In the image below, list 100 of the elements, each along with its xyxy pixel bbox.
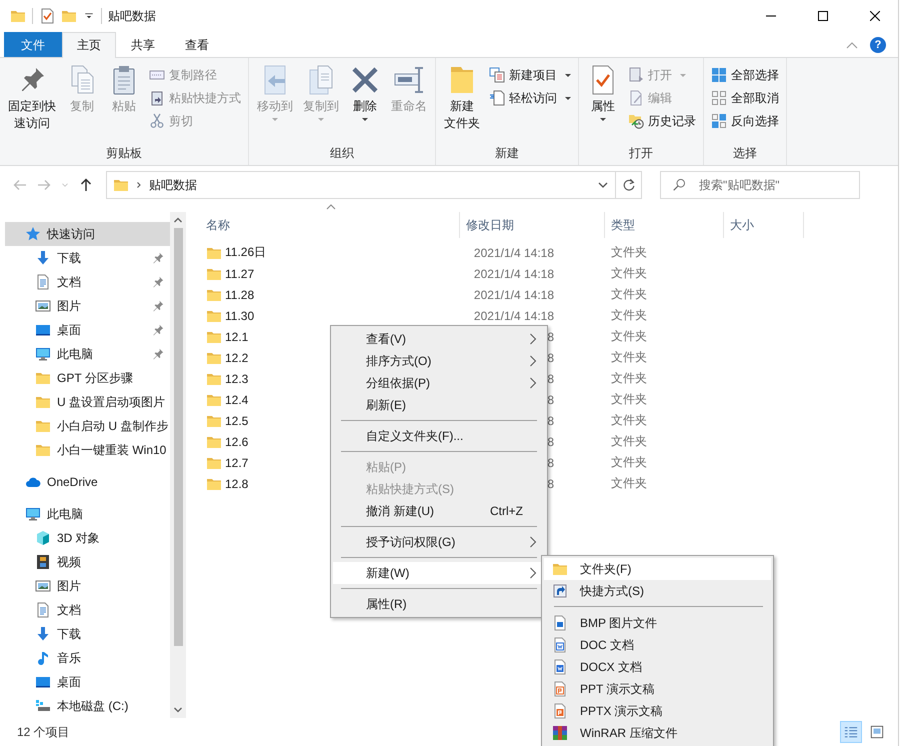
table-cell: 文件夹 xyxy=(611,349,647,366)
file-name[interactable]: 12.5 xyxy=(225,414,248,428)
column-header[interactable]: 修改日期 xyxy=(460,212,605,238)
nav-pane-label: 文档 xyxy=(57,274,81,290)
ribbon-tab[interactable]: 共享 xyxy=(116,32,170,57)
computer-icon xyxy=(35,346,51,362)
refresh-button[interactable] xyxy=(616,171,642,199)
menu-item[interactable]: PPTX 演示文稿 xyxy=(544,700,771,722)
details-view-button[interactable] xyxy=(840,721,862,743)
window-title: 贴吧数据 xyxy=(108,8,156,24)
ribbon-button[interactable]: 反向选择 xyxy=(708,110,782,132)
ribbon-tab[interactable]: 查看 xyxy=(170,32,224,57)
film-icon xyxy=(35,554,51,570)
large-icons-view-icon xyxy=(870,725,884,739)
nav-pane-item[interactable]: 快速访问 xyxy=(5,222,170,246)
file-name[interactable]: 12.3 xyxy=(225,372,248,386)
address-bar[interactable]: 贴吧数据 xyxy=(106,171,616,199)
file-name[interactable]: 12.4 xyxy=(225,392,248,406)
ribbon-button[interactable]: 删除 xyxy=(345,62,385,145)
menu-item[interactable]: 撤消 新建(U) Ctrl+Z xyxy=(333,500,545,522)
menu-item[interactable]: 快捷方式(S) xyxy=(544,580,771,602)
nav-pane-item[interactable]: 3D 对象 xyxy=(5,526,170,550)
menu-item[interactable]: 排序方式(O) xyxy=(333,350,545,372)
file-name[interactable]: 12.1 xyxy=(225,330,248,344)
file-name[interactable]: 12.6 xyxy=(225,434,248,448)
nav-pane-item[interactable]: 小白启动 U 盘制作步 xyxy=(5,414,170,438)
nav-pane-item[interactable]: 图片 xyxy=(5,294,170,318)
file-name[interactable]: 11.30 xyxy=(225,308,254,322)
file-menu-tab[interactable]: 文件 xyxy=(4,32,62,57)
nav-pane-item[interactable]: GPT 分区步骤 xyxy=(5,366,170,390)
nav-pane-item[interactable]: 桌面 xyxy=(5,670,170,694)
file-name[interactable]: 12.7 xyxy=(225,456,248,470)
nav-pane-item[interactable]: 图片 xyxy=(5,574,170,598)
nav-pane-item[interactable]: 视频 xyxy=(5,550,170,574)
drive-icon xyxy=(35,698,51,714)
table-cell: 8 xyxy=(547,392,554,406)
menu-item[interactable]: PPT 演示文稿 xyxy=(544,678,771,700)
nav-pane-item[interactable]: U 盘设置启动项图片 xyxy=(5,390,170,414)
nav-pane-item[interactable]: OneDrive xyxy=(5,470,170,494)
computer-icon xyxy=(25,506,41,522)
ribbon-button[interactable]: 属性 xyxy=(583,62,623,145)
ribbon-tab[interactable]: 主页 xyxy=(62,32,116,58)
nav-pane-label: 3D 对象 xyxy=(57,530,100,546)
menu-item[interactable]: DOC 文档 xyxy=(544,634,771,656)
file-name[interactable]: 11.27 xyxy=(225,266,254,280)
group-label: 打开 xyxy=(628,145,654,162)
ribbon-button[interactable]: 新建项目 xyxy=(486,64,574,86)
maximize-icon xyxy=(818,11,828,21)
nav-pane-item[interactable]: 下载 xyxy=(5,622,170,646)
nav-pane-item[interactable]: 桌面 xyxy=(5,318,170,342)
ribbon-button[interactable]: 全部选择 xyxy=(708,64,782,86)
menu-item[interactable]: DOCX 文档 xyxy=(544,656,771,678)
nav-pane-item[interactable]: 文档 xyxy=(5,270,170,294)
chevron-down-icon[interactable] xyxy=(597,181,609,189)
nav-pane-label: 小白启动 U 盘制作步 xyxy=(57,418,168,434)
menu-item[interactable]: 刷新(E) xyxy=(333,394,545,416)
nav-pane-item[interactable]: 此电脑 xyxy=(5,342,170,366)
search-field[interactable]: 搜索"贴吧数据" xyxy=(660,171,860,199)
table-cell: 文件夹 xyxy=(611,412,647,429)
nav-pane-item[interactable]: 小白一键重装 Win10 xyxy=(5,438,170,462)
ribbon-button[interactable]: 全部取消 xyxy=(708,87,782,109)
breadcrumb[interactable]: 贴吧数据 xyxy=(149,176,197,194)
ribbon-button[interactable]: 固定到快 速访问 xyxy=(4,62,60,145)
menu-item[interactable]: BMP 图片文件 xyxy=(544,612,771,634)
column-header[interactable]: 类型 xyxy=(605,212,724,238)
scrollbar[interactable] xyxy=(170,212,186,718)
ribbon-button[interactable]: 新建 文件夹 xyxy=(440,62,484,145)
breadcrumb-chevron-icon[interactable] xyxy=(135,181,143,189)
nav-pane-item[interactable]: 音乐 xyxy=(5,646,170,670)
menu-item[interactable]: 自定义文件夹(F)... xyxy=(333,425,545,447)
nav-pane-item[interactable]: 此电脑 xyxy=(5,502,170,526)
checkmark-document-icon[interactable] xyxy=(39,8,55,24)
table-cell: 2021/1/4 14:18 xyxy=(474,246,554,260)
column-header[interactable]: 名称 xyxy=(200,212,460,238)
archive-icon xyxy=(552,725,568,741)
menu-item[interactable]: 文件夹(F) xyxy=(544,558,771,580)
new-item-icon xyxy=(489,67,505,83)
nav-pane-item[interactable]: 下载 xyxy=(5,246,170,270)
file-name[interactable]: 12.8 xyxy=(225,476,248,490)
ribbon-button[interactable]: 轻松访问 xyxy=(486,87,574,109)
ribbon-button[interactable]: 历史记录 xyxy=(625,110,699,132)
menu-item[interactable]: 查看(V) xyxy=(333,328,545,350)
slides-file-icon xyxy=(552,703,568,719)
nav-pane-label: 视频 xyxy=(57,554,81,570)
document-icon xyxy=(35,602,51,618)
nav-pane-item[interactable]: 本地磁盘 (C:) xyxy=(5,694,170,718)
close-icon xyxy=(870,11,880,21)
help-button[interactable]: ? xyxy=(870,36,886,52)
menu-item[interactable]: 属性(R) xyxy=(333,593,545,615)
column-header[interactable]: 大小 xyxy=(724,212,804,238)
menu-item[interactable]: 授予访问权限(G) xyxy=(333,531,545,553)
nav-pane-item[interactable]: 文档 xyxy=(5,598,170,622)
file-name[interactable]: 11.26日 xyxy=(225,244,266,261)
file-name[interactable]: 11.28 xyxy=(225,288,254,302)
collapse-ribbon-icon[interactable] xyxy=(846,40,858,48)
up-arrow-icon[interactable] xyxy=(78,177,94,193)
music-note-icon xyxy=(35,650,51,666)
file-name[interactable]: 12.2 xyxy=(225,350,248,364)
menu-item[interactable]: WinRAR 压缩文件 xyxy=(544,722,771,744)
menu-item[interactable]: 分组依据(P) xyxy=(333,372,545,394)
